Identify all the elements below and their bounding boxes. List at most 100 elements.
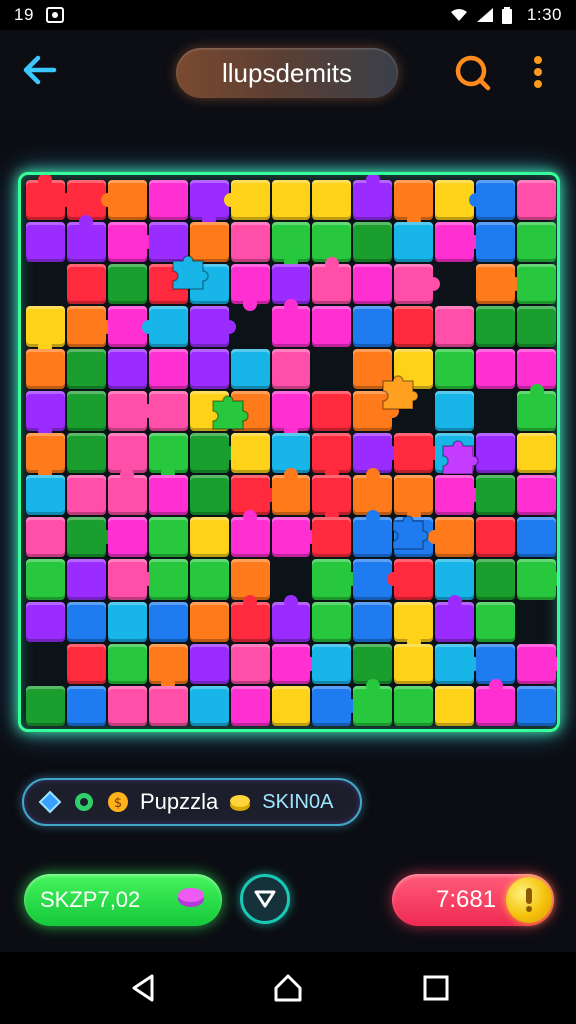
puzzle-tile[interactable] — [148, 475, 188, 516]
search-button[interactable] — [452, 52, 492, 92]
puzzle-tile[interactable] — [148, 180, 188, 221]
puzzle-tile[interactable] — [189, 559, 229, 600]
puzzle-tile[interactable] — [189, 517, 229, 558]
puzzle-tile[interactable] — [66, 559, 106, 600]
puzzle-tile[interactable] — [26, 475, 65, 516]
puzzle-tile[interactable] — [435, 390, 475, 431]
puzzle-tile[interactable] — [312, 180, 352, 221]
puzzle-tile[interactable] — [66, 475, 106, 516]
puzzle-tile[interactable] — [435, 306, 475, 347]
puzzle-tile[interactable] — [353, 264, 393, 305]
puzzle-tile[interactable] — [394, 222, 434, 263]
puzzle-tile[interactable] — [189, 685, 229, 726]
puzzle-tile[interactable] — [230, 348, 270, 389]
puzzle-tile[interactable] — [476, 643, 516, 684]
puzzle-tile[interactable] — [26, 559, 65, 600]
puzzle-tile[interactable] — [517, 475, 556, 516]
puzzle-tile[interactable] — [394, 643, 434, 684]
loose-puzzle-piece[interactable] — [165, 249, 211, 295]
puzzle-tile[interactable] — [394, 685, 434, 726]
puzzle-tile[interactable] — [353, 601, 393, 642]
puzzle-tile[interactable] — [107, 306, 147, 347]
puzzle-tile[interactable] — [26, 517, 65, 558]
puzzle-tile[interactable] — [230, 432, 270, 474]
puzzle-tile[interactable] — [271, 685, 311, 726]
puzzle-tile[interactable] — [66, 348, 106, 389]
puzzle-tile[interactable] — [66, 390, 106, 431]
puzzle-tile[interactable] — [148, 559, 188, 600]
puzzle-tile[interactable] — [107, 601, 147, 642]
puzzle-tile[interactable] — [476, 475, 516, 516]
puzzle-tile[interactable] — [189, 475, 229, 516]
puzzle-tile[interactable] — [517, 348, 556, 389]
loose-puzzle-piece[interactable] — [205, 389, 251, 435]
puzzle-tile[interactable] — [312, 222, 352, 263]
skin-score-button[interactable]: SKZP7,02 — [24, 874, 222, 926]
puzzle-tile[interactable] — [271, 180, 311, 221]
puzzle-tile[interactable] — [476, 559, 516, 600]
loose-puzzle-piece[interactable] — [375, 369, 421, 415]
puzzle-tile[interactable] — [107, 432, 147, 474]
puzzle-tile[interactable] — [148, 517, 188, 558]
puzzle-tile[interactable] — [189, 348, 229, 389]
puzzle-tile[interactable] — [353, 306, 393, 347]
puzzle-tile[interactable] — [107, 517, 147, 558]
loose-puzzle-piece[interactable] — [385, 509, 431, 555]
puzzle-tile[interactable] — [66, 685, 106, 726]
puzzle-tile[interactable] — [517, 685, 556, 726]
puzzle-tile[interactable] — [517, 264, 556, 305]
puzzle-tile[interactable] — [107, 348, 147, 389]
puzzle-tile[interactable] — [26, 222, 65, 263]
puzzle-tile[interactable] — [517, 306, 556, 347]
puzzle-tile[interactable] — [353, 222, 393, 263]
loose-puzzle-piece[interactable] — [435, 434, 481, 480]
puzzle-tile[interactable] — [189, 601, 229, 642]
puzzle-tile[interactable] — [476, 517, 516, 558]
puzzle-tile[interactable] — [230, 685, 270, 726]
puzzle-tile[interactable] — [435, 559, 475, 600]
back-button[interactable] — [20, 52, 60, 88]
hint-button[interactable] — [240, 874, 290, 924]
puzzle-tile[interactable] — [517, 517, 556, 558]
puzzle-tile[interactable] — [476, 222, 516, 263]
puzzle-tile[interactable] — [26, 348, 65, 389]
more-menu-button[interactable] — [526, 52, 550, 92]
puzzle-tile[interactable] — [476, 348, 516, 389]
puzzle-tile[interactable] — [271, 264, 311, 305]
puzzle-tile[interactable] — [271, 432, 311, 474]
puzzle-tile[interactable] — [476, 432, 516, 474]
puzzle-tile[interactable] — [476, 601, 516, 642]
puzzle-tile[interactable] — [107, 685, 147, 726]
puzzle-tile[interactable] — [66, 432, 106, 474]
puzzle-tile[interactable] — [66, 643, 106, 684]
puzzle-tile[interactable] — [26, 685, 65, 726]
puzzle-tile[interactable] — [148, 390, 188, 431]
puzzle-tile[interactable] — [476, 306, 516, 347]
puzzle-tile[interactable] — [148, 348, 188, 389]
puzzle-tile[interactable] — [517, 180, 556, 221]
puzzle-tile[interactable] — [394, 306, 434, 347]
puzzle-grid[interactable] — [25, 175, 557, 727]
puzzle-tile[interactable] — [312, 601, 352, 642]
puzzle-tile[interactable] — [148, 601, 188, 642]
puzzle-tile[interactable] — [189, 643, 229, 684]
puzzle-tile[interactable] — [312, 306, 352, 347]
puzzle-tile[interactable] — [435, 685, 475, 726]
puzzle-tile[interactable] — [26, 601, 65, 642]
puzzle-tile[interactable] — [353, 643, 393, 684]
nav-home-button[interactable] — [272, 972, 304, 1004]
puzzle-tile[interactable] — [312, 517, 352, 558]
puzzle-tile[interactable] — [66, 601, 106, 642]
puzzle-tile[interactable] — [107, 264, 147, 305]
puzzle-tile[interactable] — [230, 643, 270, 684]
puzzle-tile[interactable] — [517, 432, 556, 474]
puzzle-tile[interactable] — [66, 264, 106, 305]
puzzle-tile[interactable] — [230, 559, 270, 600]
puzzle-tile[interactable] — [148, 685, 188, 726]
timer-button[interactable]: 7:681 — [392, 874, 554, 926]
puzzle-tile[interactable] — [271, 348, 311, 389]
puzzle-board[interactable] — [18, 172, 560, 732]
puzzle-tile[interactable] — [107, 643, 147, 684]
puzzle-tile[interactable] — [435, 348, 475, 389]
puzzle-tile[interactable] — [517, 222, 556, 263]
